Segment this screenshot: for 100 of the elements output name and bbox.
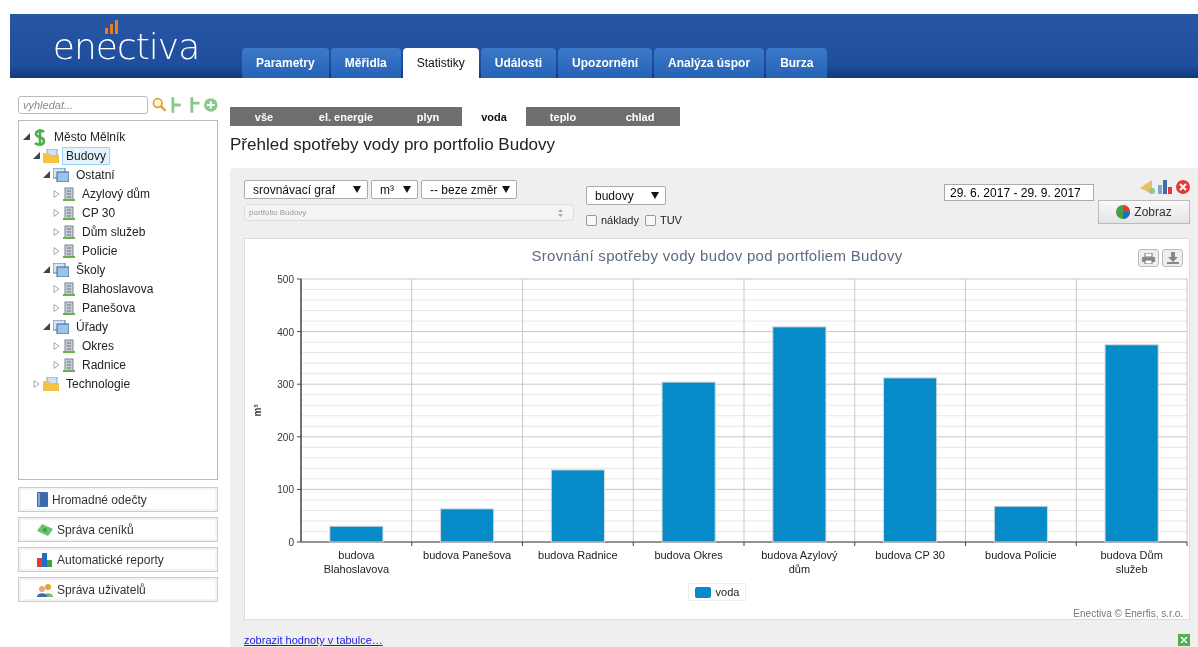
building-icon — [63, 338, 75, 353]
nav-tab[interactable]: Události — [480, 48, 557, 78]
energy-tab[interactable]: el. energie — [298, 107, 394, 126]
expanded-arrow-icon[interactable] — [23, 133, 30, 140]
search-icon[interactable] — [152, 97, 168, 113]
category-label: budova CP 30 — [875, 548, 945, 564]
caret-icon — [353, 186, 361, 193]
table-link[interactable]: zobrazit hodnoty v tabulce… — [244, 634, 383, 646]
page-title: Přehled spotřeby vody pro portfolio Budovy — [230, 135, 557, 156]
category-label: budova Policie — [985, 548, 1057, 564]
tree-item[interactable]: Školy — [72, 260, 110, 279]
collapsed-arrow-icon[interactable] — [53, 303, 60, 312]
book-icon — [37, 492, 48, 507]
updown-icon — [558, 208, 563, 217]
tree-item[interactable]: Blahoslavova — [78, 279, 158, 298]
expanded-arrow-icon[interactable] — [33, 152, 40, 159]
building-icon — [63, 243, 75, 258]
tree-item[interactable]: Radnice — [78, 355, 131, 374]
bar — [329, 525, 384, 543]
sidebar-button[interactable]: Správa ceníků — [18, 517, 218, 542]
add-icon[interactable] — [204, 98, 218, 112]
tick-label: 400 — [277, 326, 294, 338]
collapsed-arrow-icon[interactable] — [33, 379, 40, 388]
collapsed-arrow-icon[interactable] — [53, 341, 60, 350]
legend-item[interactable]: voda — [687, 583, 747, 602]
collapsed-arrow-icon[interactable] — [53, 284, 60, 293]
tree-item[interactable]: CP 30 — [78, 203, 120, 222]
sidebar-button[interactable]: Správa uživatelů — [18, 577, 218, 602]
tree-item[interactable]: Technologie — [62, 374, 135, 393]
tree-item[interactable]: Budovy — [62, 146, 111, 165]
direction-select[interactable]: -- beze změr — [421, 180, 517, 199]
sidebar-button[interactable]: Automatické reporty — [18, 547, 218, 572]
tick-label: 200 — [277, 431, 294, 443]
nav-tab[interactable]: Statistiky — [402, 48, 479, 78]
tree-expand-icon[interactable] — [171, 97, 184, 113]
tree-collapse-icon[interactable] — [187, 97, 201, 113]
tree-item[interactable]: Dům služeb — [78, 222, 150, 241]
date-range-field[interactable]: 29. 6. 2017 - 29. 9. 2017 — [944, 184, 1094, 201]
tick-label: 300 — [277, 379, 294, 391]
banknote-icon — [37, 523, 53, 536]
caret-icon — [651, 192, 659, 199]
collapsed-arrow-icon[interactable] — [53, 208, 60, 217]
print-button[interactable] — [1138, 249, 1159, 267]
legend-label: voda — [715, 586, 740, 599]
close-icon[interactable] — [1176, 180, 1190, 194]
nav-tab[interactable]: Upozornění — [558, 48, 653, 78]
stacked-windows-icon — [53, 319, 69, 334]
bar-chart-icon — [37, 552, 53, 567]
search-field[interactable]: vyhledat... — [18, 96, 148, 114]
spreadsheet-icon[interactable] — [1178, 634, 1190, 646]
entity-select[interactable]: budovy — [586, 186, 666, 205]
expanded-arrow-icon[interactable] — [43, 323, 50, 330]
collapsed-arrow-icon[interactable] — [53, 360, 60, 369]
users-icon — [37, 582, 53, 597]
download-button[interactable] — [1162, 249, 1183, 267]
category-label: budova Okres — [654, 548, 723, 564]
expanded-arrow-icon[interactable] — [43, 171, 50, 178]
tree-item[interactable]: Město Mělník — [50, 127, 130, 146]
expanded-arrow-icon[interactable] — [43, 266, 50, 273]
collapsed-arrow-icon[interactable] — [53, 189, 60, 198]
building-icon — [63, 186, 75, 201]
category-label: budova Panešova — [423, 548, 512, 564]
graph-type-select[interactable]: srovnávací graf — [244, 180, 368, 199]
energy-tab[interactable]: vše — [230, 107, 298, 126]
chart-credits: Enectiva © Enerfis, s.r.o. — [1073, 608, 1183, 619]
show-button[interactable]: Zobraz — [1098, 200, 1190, 224]
tree-item[interactable]: Okres — [78, 336, 118, 355]
energy-tab[interactable]: plyn — [394, 107, 462, 126]
folder-icon — [43, 148, 59, 163]
building-icon — [63, 205, 75, 220]
tree-item[interactable]: Ostatní — [72, 165, 119, 184]
tick-label: 100 — [277, 484, 294, 496]
collapsed-arrow-icon[interactable] — [53, 246, 60, 255]
building-icon — [63, 357, 75, 372]
category-label: budova Blahoslavova — [322, 548, 391, 578]
stacked-windows-icon — [53, 262, 69, 277]
nav-tab[interactable]: Parametry — [242, 48, 329, 78]
tree-item[interactable]: Azylový dům — [78, 184, 155, 203]
energy-tab[interactable]: chlad — [600, 107, 680, 126]
nav-tab[interactable]: Analýza úspor — [654, 48, 765, 78]
axis-label: m³ — [252, 404, 263, 417]
tick-label: 0 — [288, 536, 294, 548]
energy-tab[interactable]: teplo — [526, 107, 600, 126]
building-icon — [63, 281, 75, 296]
sidebar-button[interactable]: Hromadné odečty — [18, 487, 218, 512]
checkbox[interactable] — [586, 214, 597, 226]
pie-chart-icon — [1116, 205, 1131, 219]
dollar-icon — [33, 127, 47, 146]
unit-select[interactable]: m³ — [371, 180, 418, 199]
bar-chart-icon[interactable] — [1158, 180, 1174, 194]
bar — [440, 508, 495, 543]
tree-item[interactable]: Úřady — [72, 317, 112, 336]
checkbox[interactable] — [644, 214, 656, 226]
tree-item[interactable]: Policie — [78, 241, 122, 260]
nav-tab[interactable]: Burza — [766, 48, 828, 78]
logo-bars-icon — [104, 19, 121, 34]
caret-icon — [403, 186, 411, 193]
collapsed-arrow-icon[interactable] — [53, 227, 60, 236]
nav-tab[interactable]: Měřidla — [330, 48, 401, 78]
tree-item[interactable]: Panešova — [78, 298, 140, 317]
